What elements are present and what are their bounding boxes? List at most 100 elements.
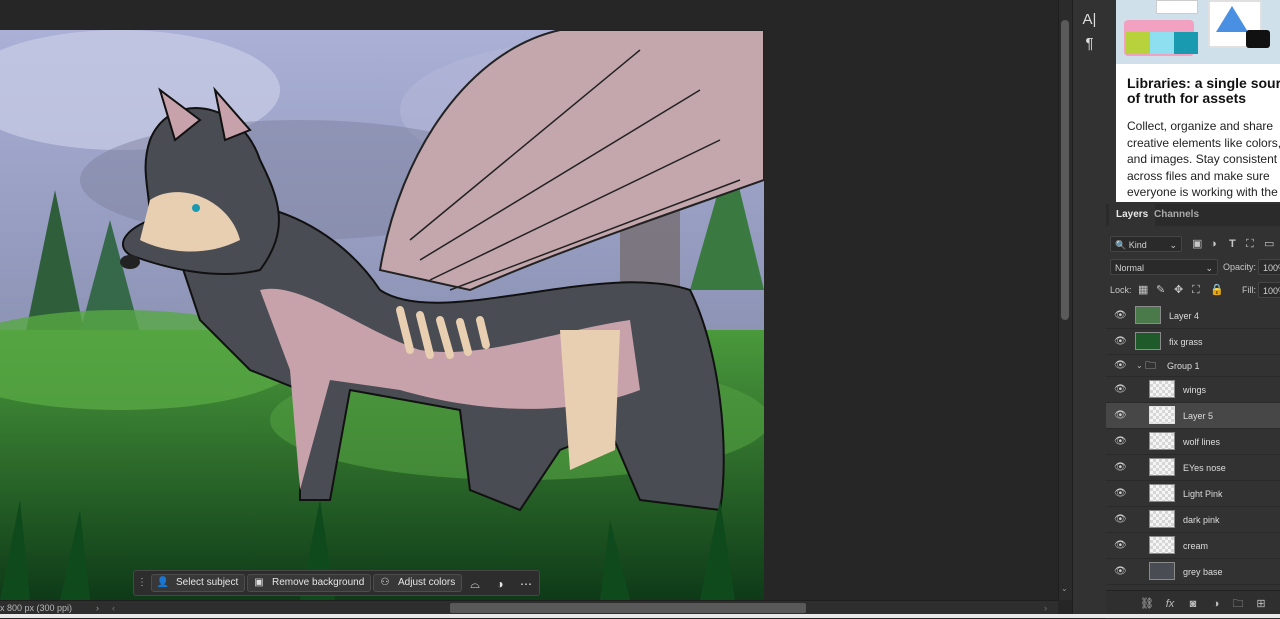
scroll-left-icon[interactable]: ‹ [112,601,115,615]
adjust-colors-label: Adjust colors [398,577,456,588]
contextual-task-bar: ⋮ 👤 Select subject ▣ Remove background ⚇ Ad… [133,570,540,596]
layer-thumbnail [1149,380,1175,398]
chevron-down-icon[interactable]: ⌄ [1136,355,1143,377]
paragraph-panel-icon[interactable]: ¶ [1073,32,1106,56]
layer-name: dark pink [1183,515,1220,525]
layer-name: Layer 5 [1183,411,1214,421]
promo-body: Collect, organize and share creative ele… [1127,119,1280,202]
status-menu-chevron-icon[interactable]: › [96,601,99,615]
visibility-eye-icon[interactable]: 👁 [1114,488,1127,500]
adjustment-circle-icon[interactable]: ◑ [491,575,509,593]
layer-thumbnail [1135,332,1161,350]
person-icon: 👤 [156,577,170,588]
more-options-icon[interactable]: ⋯ [517,575,535,593]
mask-icon[interactable]: ◙ [1186,597,1200,611]
lock-position-icon[interactable]: ✥ [1174,282,1183,298]
layer-row-wings[interactable]: 👁 wings [1106,377,1280,403]
pixel-filter-icon[interactable]: ▣ [1192,236,1202,252]
adjustment-filter-icon[interactable]: ◑ [1210,236,1217,252]
layer-name: Group 1 [1167,361,1200,371]
layer-name: wings [1183,385,1207,395]
blend-mode-select[interactable]: Normal ⌄ [1110,259,1218,275]
visibility-eye-icon[interactable]: 👁 [1114,360,1127,372]
layer-row-layer-4[interactable]: 👁 Layer 4 [1106,303,1280,329]
layer-row-cream[interactable]: 👁 cream [1106,533,1280,559]
lock-transparency-icon[interactable]: ▦ [1138,282,1148,298]
lock-all-icon[interactable]: 🔒 [1210,282,1224,298]
layer-name: Layer 4 [1169,311,1200,321]
fx-icon[interactable]: fx [1163,597,1177,611]
visibility-eye-icon[interactable]: 👁 [1114,384,1127,396]
shape-filter-icon[interactable]: ⛶ [1246,236,1254,252]
layer-thumbnail [1149,406,1175,424]
opacity-field[interactable]: 100% [1258,259,1280,275]
new-layer-icon[interactable]: ⊞ [1254,597,1268,611]
layer-row-grey-base[interactable]: 👁 grey base [1106,559,1280,585]
link-icon[interactable]: ⛓ [1140,597,1154,611]
visibility-eye-icon[interactable]: 👁 [1114,436,1127,448]
layer-thumbnail [1149,562,1175,580]
character-panel-icon[interactable]: A| [1073,8,1106,32]
select-subject-label: Select subject [176,577,239,588]
document-size-status: x 800 px (300 ppi) [0,603,73,613]
visibility-eye-icon[interactable]: 👁 [1114,566,1127,578]
folder-icon[interactable]: 🗀 [1231,597,1245,611]
vertical-scroll-thumb[interactable] [1061,20,1069,320]
scroll-right-icon[interactable]: › [1044,601,1047,615]
chevron-down-icon: ⌄ [1205,263,1213,273]
layer-thumbnail [1149,484,1175,502]
folder-icon: 🗀 [1145,360,1156,372]
scroll-down-icon[interactable]: ⌄ [1061,584,1068,593]
tab-channels[interactable]: Channels [1147,204,1206,226]
layer-row-dark-pink[interactable]: 👁 dark pink [1106,507,1280,533]
select-subject-button[interactable]: 👤 Select subject [151,574,246,592]
type-filter-icon[interactable]: T [1229,236,1236,252]
layer-thumbnail [1149,432,1175,450]
layer-row-wolf-lines[interactable]: 👁 wolf lines [1106,429,1280,455]
layers-panel-tabs: Layers Channels [1106,204,1280,226]
layer-filter-kind-select[interactable]: 🔍 Kind ⌄ [1110,236,1182,252]
adjust-colors-icon: ⚇ [380,577,390,588]
layer-name: fix grass [1169,337,1203,347]
visibility-eye-icon[interactable]: 👁 [1114,514,1127,526]
visibility-eye-icon[interactable]: 👁 [1114,336,1127,348]
canvas-artwork[interactable] [0,30,764,600]
libraries-illustration [1116,0,1280,64]
lock-label: Lock: [1110,285,1132,295]
search-icon: 🔍 [1115,240,1127,250]
horizontal-scroll-thumb[interactable] [450,603,806,613]
layer-thumbnail [1149,510,1175,528]
adjustment-icon[interactable]: ◑ [1209,597,1223,611]
lock-artboard-icon[interactable]: ⛶ [1192,282,1200,298]
layer-name: cream [1183,541,1209,551]
layer-name: EYes nose [1183,463,1226,473]
remove-background-label: Remove background [272,577,365,588]
lock-brush-icon[interactable]: ✎ [1156,282,1165,298]
layer-thumbnail [1135,306,1161,324]
layer-row-group-1[interactable]: 👁 ⌄ 🗀 Group 1 [1106,355,1280,377]
drag-handle-icon[interactable]: ⋮ [137,575,147,591]
window-bottom-edge [0,614,1280,618]
layer-row-light-pink[interactable]: 👁 Light Pink [1106,481,1280,507]
visibility-eye-icon[interactable]: 👁 [1114,540,1127,552]
layer-row-eyes-nose[interactable]: 👁 EYes nose [1106,455,1280,481]
status-bar: x 800 px (300 ppi) › ‹ › [0,600,1058,615]
visibility-eye-icon[interactable]: 👁 [1114,462,1127,474]
layers-list: 👁 Layer 4 👁 fix grass 👁 ⌄ 🗀 Group 1 👁 wi… [1106,303,1280,590]
opacity-label: Opacity: [1223,262,1257,272]
adjust-colors-button[interactable]: ⚇ Adjust colors [373,574,463,592]
layer-name: grey base [1183,567,1223,577]
panel-icon-strip: A| ¶ [1072,0,1107,618]
layer-row-layer-5[interactable]: 👁 Layer 5 [1106,403,1280,429]
smart-object-filter-icon[interactable]: ▭ [1264,236,1274,252]
image-icon: ▣ [254,577,264,588]
layer-thumbnail [1149,458,1175,476]
layer-row-fix-grass[interactable]: 👁 fix grass [1106,329,1280,355]
vertical-scrollbar[interactable]: ⌄ [1058,0,1073,600]
blend-mode-value: Normal [1115,263,1145,273]
remove-background-button[interactable]: ▣ Remove background [247,574,372,592]
visibility-eye-icon[interactable]: 👁 [1114,410,1127,422]
transform-icon[interactable]: ⌓ [466,575,484,593]
fill-field[interactable]: 100% [1258,282,1280,298]
visibility-eye-icon[interactable]: 👁 [1114,310,1127,322]
